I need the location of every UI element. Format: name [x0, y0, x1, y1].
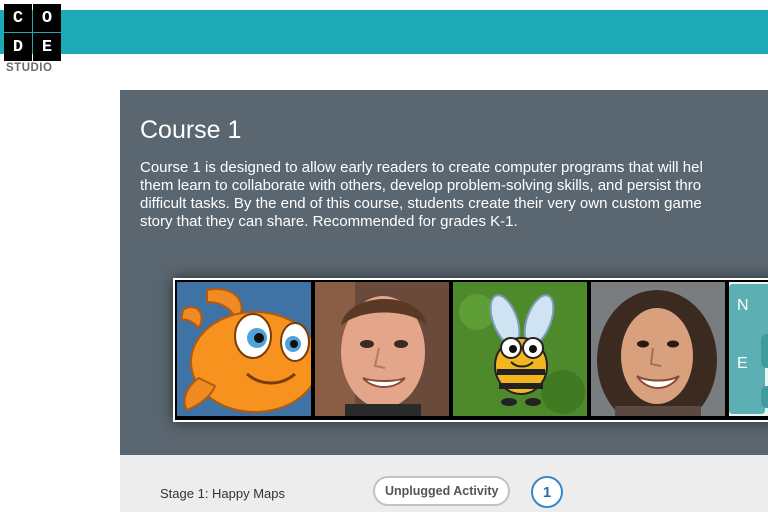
code-studio-logo[interactable]: C O D E STUDIO [4, 4, 62, 76]
woman-portrait-icon [591, 282, 725, 416]
course-title: Course 1 [140, 116, 242, 144]
video-thumbnail-strip: N E [173, 278, 768, 422]
cartoon-bee-icon [453, 282, 587, 416]
logo-letter-d: D [4, 33, 32, 61]
man-portrait-icon [315, 282, 449, 416]
logo-letter-o: O [33, 4, 61, 32]
logo-letter-c: C [4, 4, 32, 32]
course-hero-panel: Course 1 Course 1 is designed to allow e… [120, 90, 768, 455]
video-thumbnail-man[interactable] [315, 282, 449, 416]
course-description: Course 1 is designed to allow early read… [140, 159, 768, 231]
compass-north-label: N [737, 297, 749, 314]
video-thumbnail-bee[interactable] [453, 282, 587, 416]
stage-row: Stage 1: Happy Maps Unplugged Activity 1 [120, 455, 768, 512]
video-thumbnail-fish[interactable] [177, 282, 311, 416]
unplugged-activity-button[interactable]: Unplugged Activity [373, 476, 511, 506]
course-description-line: difficult tasks. By the end of this cour… [140, 195, 702, 212]
compass-blocks-icon: N E [729, 282, 768, 416]
orange-fish-icon [177, 282, 311, 416]
stage-label: Stage 1: Happy Maps [160, 486, 286, 501]
course-description-line: Course 1 is designed to allow early read… [140, 159, 703, 176]
top-header-bar [0, 10, 768, 54]
video-thumbnail-compass[interactable]: N E [729, 282, 768, 416]
compass-east-label: E [737, 355, 748, 372]
logo-letter-e: E [33, 33, 61, 61]
logo-subtitle: STUDIO [6, 62, 53, 74]
logo-letter-grid: C O D E [4, 4, 62, 61]
video-thumbnail-woman[interactable] [591, 282, 725, 416]
course-description-line: them learn to collaborate with others, d… [140, 177, 702, 194]
level-bubble-1[interactable]: 1 [531, 476, 563, 508]
course-description-line: story that they can share. Recommended f… [140, 213, 518, 230]
